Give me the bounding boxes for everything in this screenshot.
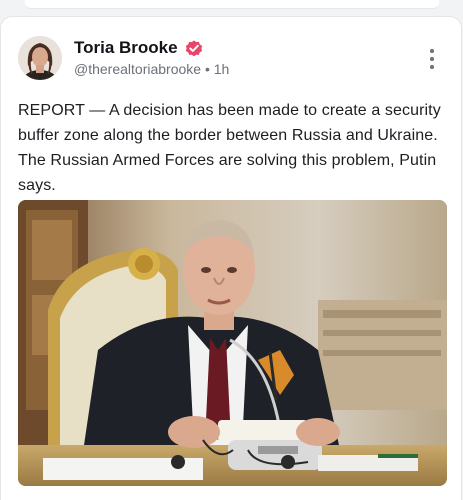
post-card: Toria Brooke @therealtoriabrooke • 1h RE…: [0, 16, 462, 500]
meta-separator: •: [204, 61, 210, 77]
author-display-name[interactable]: Toria Brooke: [74, 38, 178, 58]
more-vertical-icon: [430, 49, 434, 53]
avatar-image: [18, 36, 62, 80]
news-photo: [18, 200, 447, 486]
more-options-button[interactable]: [421, 47, 443, 71]
post-time: 1h: [213, 61, 230, 77]
author-name-row: Toria Brooke: [74, 37, 204, 59]
verified-badge-icon: [184, 38, 204, 58]
previous-card-edge: [25, 0, 439, 9]
author-handle[interactable]: @therealtoriabrooke: [74, 61, 201, 77]
avatar[interactable]: [18, 36, 62, 80]
post-body-text: REPORT — A decision has been made to cre…: [18, 102, 441, 194]
post-image[interactable]: [18, 200, 447, 486]
author-meta: @therealtoriabrooke • 1h: [74, 61, 229, 77]
